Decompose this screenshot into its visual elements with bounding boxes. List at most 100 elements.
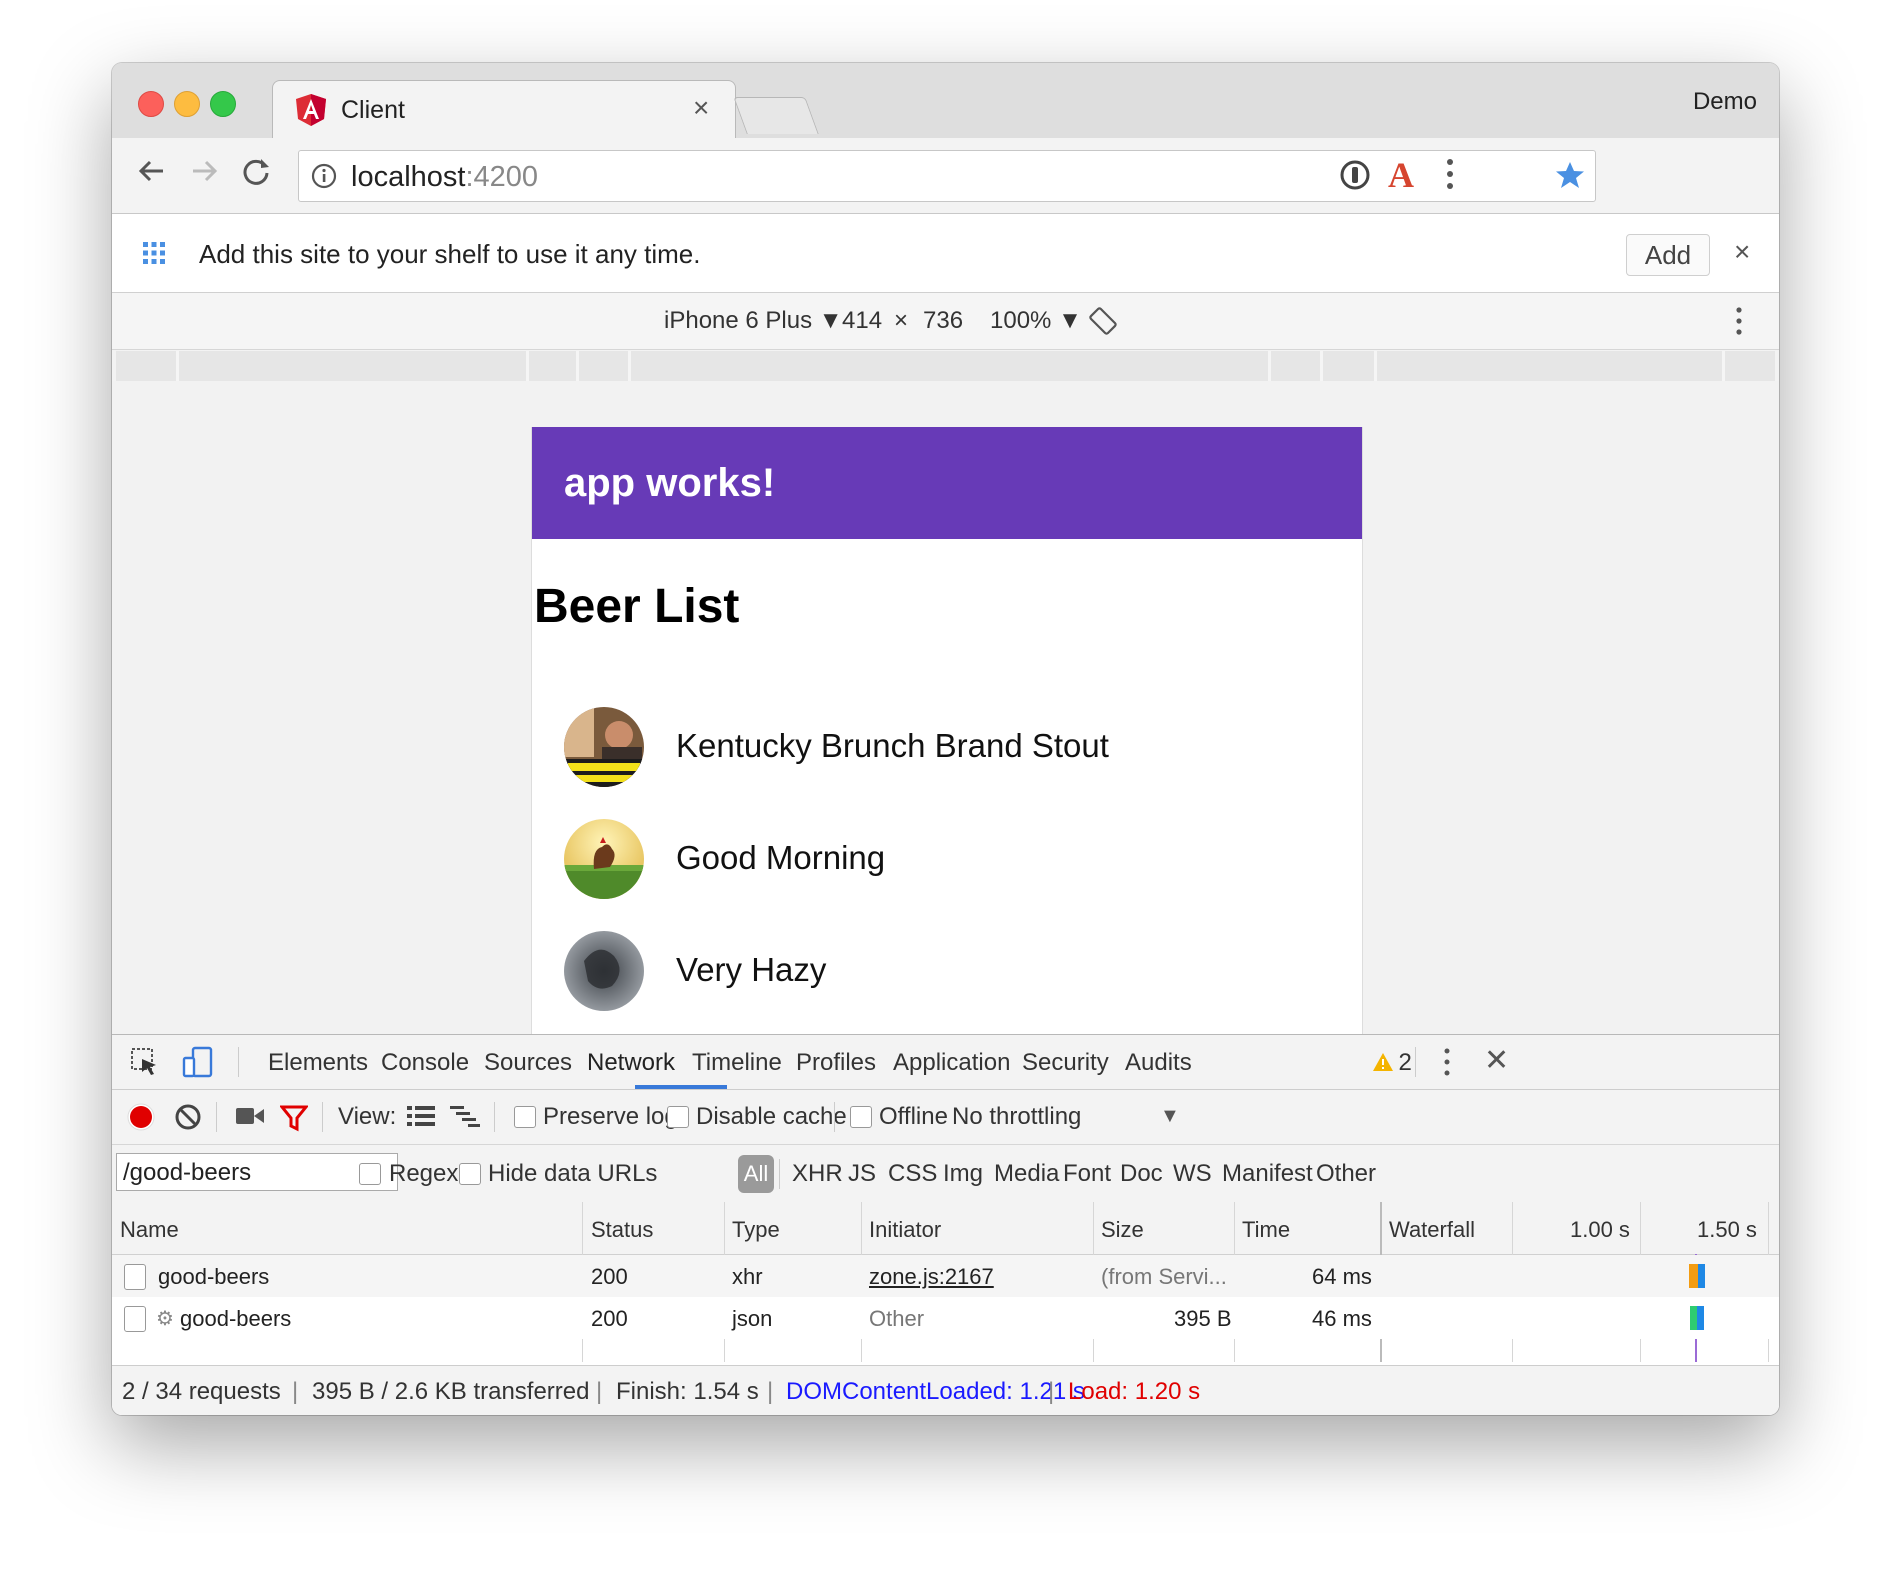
tab-console[interactable]: Console (381, 1049, 469, 1077)
list-view-icon[interactable] (407, 1105, 435, 1132)
column-initiator[interactable]: Initiator (869, 1217, 941, 1243)
file-icon (124, 1306, 146, 1332)
active-tab-indicator (635, 1085, 727, 1089)
filter-type-xhr[interactable]: XHR (792, 1160, 843, 1188)
filter-type-ws[interactable]: WS (1173, 1160, 1212, 1188)
waterfall-tick: 1.50 s (1697, 1217, 1757, 1242)
preserve-log-checkbox[interactable] (514, 1106, 536, 1128)
device-menu-icon[interactable] (1734, 305, 1744, 342)
add-to-shelf-button[interactable]: Add (1626, 234, 1710, 276)
dropdown-arrow-icon: ▼ (818, 307, 843, 334)
request-size: (from Servi... (1101, 1264, 1227, 1289)
filter-type-doc[interactable]: Doc (1120, 1160, 1163, 1188)
tab-application[interactable]: Application (893, 1049, 1010, 1077)
info-icon[interactable] (311, 163, 337, 194)
list-item[interactable]: Kentucky Brunch Brand Stout (532, 707, 1362, 819)
inspect-element-icon[interactable] (130, 1047, 160, 1082)
media-query-bar[interactable] (116, 351, 1775, 381)
column-time[interactable]: Time (1242, 1217, 1290, 1243)
throttling-dropdown-icon[interactable]: ▼ (1160, 1105, 1180, 1128)
shelf-infobar: Add this site to your shelf to use it an… (112, 214, 1779, 293)
clear-icon[interactable] (174, 1103, 202, 1136)
new-tab-button[interactable] (733, 97, 819, 134)
back-icon[interactable] (132, 154, 172, 197)
filter-bar: /good-beers Regex Hide data URLs All XHR… (112, 1145, 1779, 1203)
shelf-message: Add this site to your shelf to use it an… (199, 239, 701, 269)
filter-type-all[interactable]: All (738, 1155, 774, 1193)
forward-icon[interactable] (184, 154, 224, 197)
tab-client[interactable]: Client × (272, 80, 736, 139)
request-type: xhr (732, 1264, 763, 1289)
tab-close-icon[interactable]: × (693, 92, 709, 124)
tab-audits[interactable]: Audits (1125, 1049, 1192, 1077)
tab-elements[interactable]: Elements (268, 1049, 368, 1077)
device-width[interactable]: 414 (842, 307, 882, 335)
initiator-link[interactable]: zone.js:2167 (869, 1264, 994, 1290)
offline-checkbox[interactable] (850, 1106, 872, 1128)
column-size[interactable]: Size (1101, 1217, 1144, 1243)
column-name[interactable]: Name (120, 1217, 179, 1243)
filter-type-js[interactable]: JS (848, 1160, 876, 1188)
password-manager-icon[interactable] (1339, 159, 1371, 196)
warning-badge[interactable]: 2 (1372, 1049, 1412, 1077)
url-text[interactable]: localhost:4200 (351, 161, 538, 194)
transferred-size: 395 B / 2.6 KB transferred (312, 1378, 590, 1405)
dimension-separator: × (894, 307, 909, 334)
tab-timeline[interactable]: Timeline (692, 1049, 782, 1077)
dom-content-loaded-time: DOMContentLoaded: 1.21 s (786, 1378, 1085, 1405)
capture-screenshots-icon[interactable] (236, 1106, 264, 1131)
hide-data-urls-checkbox[interactable] (459, 1163, 481, 1185)
column-waterfall[interactable]: Waterfall (1389, 1217, 1475, 1243)
close-window-button[interactable] (138, 91, 164, 117)
tab-profiles[interactable]: Profiles (796, 1049, 876, 1077)
tab-network[interactable]: Network (587, 1049, 675, 1077)
device-select[interactable]: iPhone 6 Plus ▼ (664, 307, 843, 335)
zoom-window-button[interactable] (210, 91, 236, 117)
acrobat-extension-icon[interactable]: A (1388, 154, 1414, 196)
list-item[interactable]: Good Morning (532, 819, 1362, 931)
filter-type-font[interactable]: Font (1063, 1160, 1111, 1188)
devtools-menu-icon[interactable] (1442, 1047, 1452, 1082)
close-infobar-icon[interactable]: × (1734, 236, 1750, 268)
browser-menu-icon[interactable] (1444, 156, 1456, 197)
filter-type-other[interactable]: Other (1316, 1160, 1376, 1188)
request-time: 46 ms (1312, 1306, 1372, 1331)
rotate-icon[interactable] (1088, 306, 1118, 341)
column-status[interactable]: Status (591, 1217, 653, 1243)
profile-name[interactable]: Demo (1693, 88, 1757, 116)
device-height[interactable]: 736 (923, 307, 963, 335)
list-item[interactable]: Very Hazy (532, 931, 1362, 1034)
warning-count: 2 (1398, 1049, 1412, 1076)
table-row[interactable]: ⚙ good-beers 200 json Other 395 B 46 ms (112, 1297, 1779, 1339)
filter-input[interactable]: /good-beers (116, 1153, 398, 1191)
minimize-window-button[interactable] (174, 91, 200, 117)
network-toolbar: View: Preserve log Disable cache Offline… (112, 1090, 1779, 1145)
column-type[interactable]: Type (732, 1217, 780, 1243)
bookmark-star-icon[interactable] (1555, 160, 1585, 195)
filter-type-img[interactable]: Img (943, 1160, 983, 1188)
close-devtools-icon[interactable]: ✕ (1484, 1043, 1509, 1078)
regex-checkbox[interactable] (359, 1163, 381, 1185)
filter-icon[interactable] (278, 1104, 310, 1137)
zoom-select[interactable]: 100% ▼ (990, 307, 1082, 335)
request-size: 395 B (1174, 1306, 1232, 1331)
table-row[interactable]: good-beers 200 xhr zone.js:2167 (from Se… (112, 1255, 1779, 1297)
record-icon[interactable] (126, 1102, 156, 1137)
filter-type-css[interactable]: CSS (888, 1160, 937, 1188)
reload-icon[interactable] (236, 154, 276, 197)
title-bar: Client × Demo (112, 63, 1779, 139)
devtools-tabbar: Elements Console Sources Network Timelin… (112, 1035, 1779, 1090)
tab-sources[interactable]: Sources (484, 1049, 572, 1077)
throttling-select[interactable]: No throttling (952, 1103, 1081, 1131)
request-type: json (732, 1306, 773, 1331)
zoom-value: 100% (990, 307, 1052, 334)
tab-security[interactable]: Security (1022, 1049, 1109, 1077)
device-mode-icon[interactable] (182, 1046, 214, 1083)
waterfall-view-icon[interactable] (450, 1105, 480, 1132)
disable-cache-checkbox[interactable] (667, 1106, 689, 1128)
filter-type-manifest[interactable]: Manifest (1222, 1160, 1313, 1188)
dropdown-arrow-icon: ▼ (1058, 307, 1082, 334)
request-initiator: Other (869, 1306, 925, 1331)
waterfall-bar-waiting (1689, 1264, 1698, 1288)
filter-type-media[interactable]: Media (994, 1160, 1059, 1188)
